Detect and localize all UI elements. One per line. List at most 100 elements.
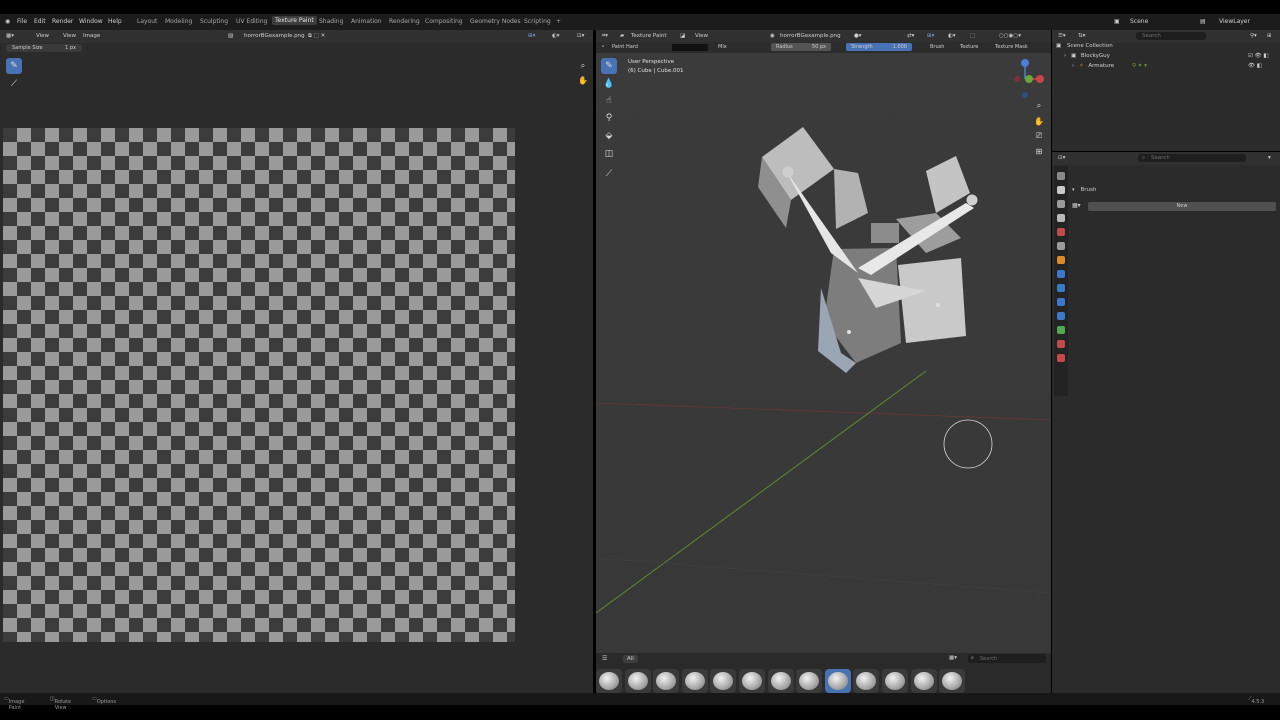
menu-help[interactable]: Help [108, 18, 122, 25]
scene-name[interactable]: Scene [1130, 18, 1148, 25]
properties-options-icon[interactable]: ▾ [1268, 155, 1271, 161]
image-name-field[interactable]: horrorBGexample.png [244, 33, 305, 39]
sample-size-field[interactable]: Sample Size 1 px [6, 44, 82, 52]
outliner-display-icon[interactable]: ⇅▾ [1078, 33, 1085, 39]
show-overlays-icon[interactable]: ◐▾ [948, 33, 956, 39]
show-gizmo-icon[interactable]: ⊞▾ [927, 33, 934, 39]
brush-thumbnail-12[interactable] [910, 669, 937, 693]
outliner-item-blockyguy[interactable]: › ▣ BlockyGuy ☑ 👁 ◧ [1064, 53, 1280, 63]
tool-tab-icon[interactable] [1057, 172, 1065, 180]
properties-editor-type-icon[interactable]: ⊡▾ [1058, 155, 1065, 161]
menu-file[interactable]: File [17, 18, 27, 25]
brush-browse-icon[interactable]: ▦▾ [1072, 202, 1081, 209]
tab-shading[interactable]: Shading [319, 18, 343, 25]
texture-slot-dot-icon[interactable]: ●▾ [854, 33, 862, 39]
render-tab-icon[interactable] [1057, 186, 1065, 194]
transform-pivot-icon[interactable]: ⇄▾ [907, 33, 914, 39]
overlay-toggle-icon[interactable]: ◐▾ [552, 33, 560, 39]
brush-color-swatch[interactable] [672, 44, 708, 51]
texture-slot-name[interactable]: horrorBGexample.png [780, 33, 841, 39]
shelf-display-icon[interactable]: ▦▾ [949, 655, 957, 661]
physics-tab-icon[interactable] [1057, 298, 1065, 306]
tab-uv-editing[interactable]: UV Editing [236, 18, 267, 25]
image-view-menu-2[interactable]: View [63, 33, 76, 39]
brush-thumbnail-9[interactable] [824, 669, 851, 693]
brush-thumbnail-5[interactable] [710, 669, 737, 693]
tab-geometry-nodes[interactable]: Geometry Nodes [470, 18, 521, 25]
radius-field[interactable]: Radius 50 px [771, 43, 831, 51]
mode-select[interactable]: Texture Paint [631, 33, 667, 39]
tab-texture-paint[interactable]: Texture Paint [272, 16, 317, 25]
tab-modeling[interactable]: Modeling [165, 18, 192, 25]
brush-thumbnail-11[interactable] [882, 669, 908, 693]
outliner-editor-type-icon[interactable]: ☰▾ [1058, 33, 1066, 39]
add-workspace-button[interactable]: + [556, 18, 561, 25]
shelf-search-input[interactable]: ⌕ Search [968, 654, 1046, 663]
brush-thumbnail-4[interactable] [681, 669, 708, 693]
brush-thumbnail-13[interactable] [939, 669, 966, 693]
expand-icon-2[interactable]: › [1072, 63, 1074, 69]
world-tab-icon[interactable] [1057, 242, 1065, 250]
visibility-icons[interactable]: ☑ 👁 ◧ [1248, 53, 1269, 59]
data-tab-icon[interactable] [1057, 326, 1065, 334]
viewport-editor-type-icon[interactable]: ⌗▾ [602, 33, 608, 40]
display-channels-icon[interactable]: ⊡▾ [577, 33, 584, 39]
tab-layout[interactable]: Layout [137, 18, 157, 25]
tab-sculpting[interactable]: Sculpting [200, 18, 228, 25]
brush-thumbnail-3[interactable] [653, 669, 680, 693]
output-tab-icon[interactable] [1057, 200, 1065, 208]
image-image-menu[interactable]: Image [83, 33, 100, 39]
image-browse-icon[interactable]: ▨ [228, 33, 233, 39]
brush-thumbnail-6[interactable] [739, 669, 765, 693]
texture-mask-menu[interactable]: Texture Mask [995, 44, 1028, 50]
view-layer-tab-icon[interactable] [1057, 214, 1065, 222]
visibility-icons-2[interactable]: 👁 ◧ [1248, 63, 1262, 69]
view-layer-name[interactable]: ViewLayer [1219, 18, 1250, 25]
menu-window[interactable]: Window [79, 18, 103, 25]
particles-tab-icon[interactable] [1057, 284, 1065, 292]
scene-tab-icon[interactable] [1057, 228, 1065, 236]
tab-animation[interactable]: Animation [351, 18, 382, 25]
object-tab-icon[interactable] [1057, 256, 1065, 264]
shelf-menu-icon[interactable]: ☰ [602, 655, 607, 662]
tab-scripting[interactable]: Scripting [524, 18, 551, 25]
new-collection-icon[interactable]: ⊞ [1267, 33, 1272, 39]
tab-rendering[interactable]: Rendering [389, 18, 420, 25]
outliner-scene-collection[interactable]: ▣ Scene Collection [1056, 43, 1280, 53]
xray-icon[interactable]: ⬚ [970, 33, 975, 39]
sample-tool-button[interactable]: ⟋ [6, 76, 22, 92]
material-tab-icon[interactable] [1057, 340, 1065, 348]
tab-compositing[interactable]: Compositing [425, 18, 463, 25]
uv-checker-image[interactable] [3, 128, 515, 642]
brush-thumbnail-8[interactable] [796, 669, 823, 693]
mask-toggle-icon[interactable]: ◪ [680, 33, 685, 39]
brush-name-field[interactable]: Paint Hard [612, 44, 638, 50]
gizmo-toggle-icon[interactable]: ⊞▾ [528, 33, 535, 39]
brush-thumbnail-10[interactable] [853, 669, 880, 693]
outliner-filter-icon[interactable]: ⚲▾ [1250, 33, 1257, 39]
texture-menu[interactable]: Texture [960, 44, 978, 50]
outliner-item-armature[interactable]: › ✧ Armature ⚲ ✦ ▾ 👁 ◧ [1072, 63, 1280, 73]
shelf-filter-all[interactable]: All [623, 655, 638, 663]
viewport-view-menu[interactable]: View [695, 33, 708, 39]
constraints-tab-icon[interactable] [1057, 312, 1065, 320]
editor-type-icon[interactable]: ▦▾ [6, 33, 14, 39]
image-actions-icon[interactable]: ⧉ ⬚ ✕ [308, 33, 325, 40]
brush-thumbnail-2[interactable] [624, 669, 651, 693]
brush-panel-header[interactable]: ▾ Brush [1072, 186, 1276, 196]
menu-render[interactable]: Render [52, 18, 73, 25]
blocky-character-mesh[interactable] [758, 127, 978, 373]
brush-thumbnail-7[interactable] [767, 669, 794, 693]
image-view-menu[interactable]: View [36, 33, 49, 39]
draw-tool-button[interactable]: ✎ [6, 58, 22, 74]
brush-thumbnail-1[interactable] [596, 669, 622, 693]
blender-logo-icon[interactable]: ◉ [5, 18, 10, 25]
brush-menu[interactable]: Brush [930, 44, 944, 50]
modifier-tab-icon[interactable] [1057, 270, 1065, 278]
pan-hand-icon[interactable]: ✋ [575, 72, 591, 88]
texture-tab-icon[interactable] [1057, 354, 1065, 362]
new-brush-button[interactable]: New [1088, 202, 1276, 211]
expand-icon[interactable]: › [1064, 53, 1066, 59]
shading-modes-icon[interactable]: ○○◉○▾ [999, 33, 1021, 39]
blend-mode-select[interactable]: Mix [718, 44, 727, 50]
